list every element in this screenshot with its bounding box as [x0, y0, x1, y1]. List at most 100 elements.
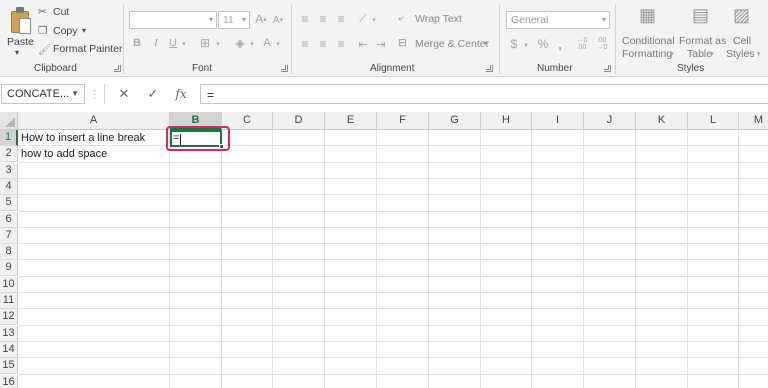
- align-left-icon[interactable]: ≡: [298, 37, 312, 51]
- group-divider: [291, 4, 292, 74]
- chevron-down-icon[interactable]: ▾: [214, 38, 222, 50]
- row-header-10[interactable]: 10: [0, 276, 18, 293]
- paste-button[interactable]: Paste ▾: [2, 2, 34, 60]
- column-header-e[interactable]: E: [325, 112, 377, 130]
- decrease-decimal-icon[interactable]: .00 →0: [594, 37, 610, 51]
- column-header-l[interactable]: L: [688, 112, 739, 130]
- row-header-12[interactable]: 12: [0, 309, 18, 326]
- row-header-4[interactable]: 4: [0, 178, 18, 195]
- percent-icon[interactable]: %: [536, 37, 550, 51]
- align-bottom-icon[interactable]: ≡: [334, 12, 348, 26]
- formula-input[interactable]: =: [200, 84, 768, 104]
- cut-label: Cut: [53, 6, 70, 18]
- group-divider: [615, 4, 616, 74]
- font-name-select[interactable]: ▾: [129, 11, 217, 29]
- format-as-table-button[interactable]: ▤ Format as Table ▾: [678, 5, 726, 61]
- bold-icon[interactable]: B: [131, 36, 143, 50]
- cell-styles-button[interactable]: ▨ Cell Styles ▾: [726, 5, 766, 61]
- chevron-down-icon: ▾: [208, 15, 213, 24]
- row-header-8[interactable]: 8: [0, 244, 18, 261]
- borders-icon[interactable]: ⊞: [198, 36, 212, 50]
- orientation-icon[interactable]: ⟋: [356, 12, 370, 26]
- align-top-icon[interactable]: ≡: [298, 12, 312, 26]
- gridline: [18, 243, 768, 245]
- column-header-k[interactable]: K: [636, 112, 688, 130]
- fill-color-icon[interactable]: ◈: [233, 36, 247, 50]
- font-color-icon[interactable]: A: [261, 36, 273, 50]
- resize-handle-icon[interactable]: · · ·: [93, 86, 97, 104]
- column-header-f[interactable]: F: [377, 112, 429, 130]
- gridline: [18, 177, 768, 179]
- alignment-launcher-icon[interactable]: [486, 65, 493, 72]
- name-box[interactable]: CONCATE... ▼: [1, 84, 85, 104]
- cell-a2[interactable]: how to add space: [18, 146, 107, 162]
- copy-button[interactable]: ❐ Copy ▾: [38, 25, 108, 39]
- increase-decimal-icon[interactable]: ←0.00: [574, 37, 590, 51]
- underline-icon[interactable]: U: [167, 36, 179, 50]
- align-middle-icon[interactable]: ≡: [316, 12, 330, 26]
- column-header-c[interactable]: C: [222, 112, 273, 130]
- row-header-2[interactable]: 2: [0, 146, 18, 163]
- clipboard-group-label: Clipboard: [34, 63, 77, 74]
- format-as-table-label-2: Table: [687, 48, 713, 60]
- format-painter-button[interactable]: 🖌 Format Painter: [38, 43, 122, 57]
- cut-button[interactable]: ✂ Cut: [38, 6, 98, 20]
- comma-style-icon[interactable]: ,: [555, 37, 565, 52]
- column-header-a[interactable]: A: [18, 112, 170, 130]
- increase-font-icon[interactable]: A ▴: [254, 12, 268, 26]
- chevron-down-icon[interactable]: ▾: [370, 14, 378, 26]
- paste-icon: [10, 6, 32, 36]
- currency-icon[interactable]: $: [508, 37, 520, 51]
- font-size-value: 11: [223, 14, 234, 26]
- row-header-14[interactable]: 14: [0, 341, 18, 358]
- gridline: [18, 194, 768, 196]
- row-header-7[interactable]: 7: [0, 227, 18, 244]
- row-header-11[interactable]: 11: [0, 293, 18, 309]
- formula-content: =: [207, 88, 215, 102]
- align-center-icon[interactable]: ≡: [316, 37, 330, 51]
- row-header-13[interactable]: 13: [0, 325, 18, 342]
- column-header-h[interactable]: H: [481, 112, 532, 130]
- chevron-down-icon[interactable]: ▾: [522, 39, 530, 51]
- font-launcher-icon[interactable]: [281, 65, 288, 72]
- column-header-g[interactable]: G: [429, 112, 481, 130]
- wrap-text-label: Wrap Text: [415, 13, 462, 25]
- cell-a1[interactable]: How to insert a line break: [18, 130, 145, 146]
- font-size-select[interactable]: 11 ▾: [218, 11, 250, 29]
- number-format-select[interactable]: General ▾: [506, 11, 610, 29]
- align-right-icon[interactable]: ≡: [334, 37, 348, 51]
- worksheet-grid[interactable]: A B C D E F G H I J K L M 1 2 3 4 5 6 7 8 9 10 11 12 13 14 15 16 How …: [0, 112, 768, 388]
- increase-indent-icon[interactable]: ⇥: [374, 37, 388, 51]
- wrap-text-button[interactable]: ⤶ Wrap Text: [398, 12, 464, 27]
- insert-function-button[interactable]: fx: [172, 85, 190, 103]
- row-header-1[interactable]: 1: [0, 130, 18, 146]
- ribbon: Paste ▾ ✂ Cut ❐ Copy ▾ 🖌 Format Painter …: [0, 0, 768, 77]
- row-header-9[interactable]: 9: [0, 260, 18, 277]
- select-all-button[interactable]: [0, 112, 18, 130]
- row-header-3[interactable]: 3: [0, 162, 18, 179]
- table-icon: ▤: [692, 5, 710, 25]
- column-header-m[interactable]: M: [739, 112, 768, 130]
- conditional-formatting-button[interactable]: ▦ Conditional Formatting ▾: [620, 5, 676, 61]
- cancel-icon[interactable]: ✕: [115, 85, 133, 103]
- decrease-font-icon[interactable]: A ▾: [272, 13, 284, 27]
- clipboard-launcher-icon[interactable]: [114, 65, 121, 72]
- chevron-down-icon[interactable]: ▾: [274, 38, 282, 50]
- row-header-15[interactable]: 15: [0, 358, 18, 375]
- column-header-i[interactable]: I: [532, 112, 584, 130]
- italic-icon[interactable]: I: [150, 36, 162, 50]
- row-header-16[interactable]: 16: [0, 374, 18, 388]
- merge-center-label: Merge & Center: [415, 38, 490, 50]
- column-header-d[interactable]: D: [273, 112, 325, 130]
- merge-center-button[interactable]: ⊟ Merge & Center ▾: [398, 37, 490, 52]
- row-header-5[interactable]: 5: [0, 195, 18, 212]
- column-header-j[interactable]: J: [584, 112, 636, 130]
- chevron-down-icon[interactable]: ▾: [248, 38, 256, 50]
- chevron-down-icon[interactable]: ▾: [180, 38, 188, 50]
- decrease-indent-icon[interactable]: ⇤: [356, 37, 370, 51]
- number-launcher-icon[interactable]: [604, 65, 611, 72]
- chevron-down-icon: ▾: [241, 15, 246, 24]
- enter-check-icon[interactable]: ✓: [144, 85, 162, 103]
- format-as-table-label: Format as: [679, 35, 727, 47]
- row-header-6[interactable]: 6: [0, 211, 18, 228]
